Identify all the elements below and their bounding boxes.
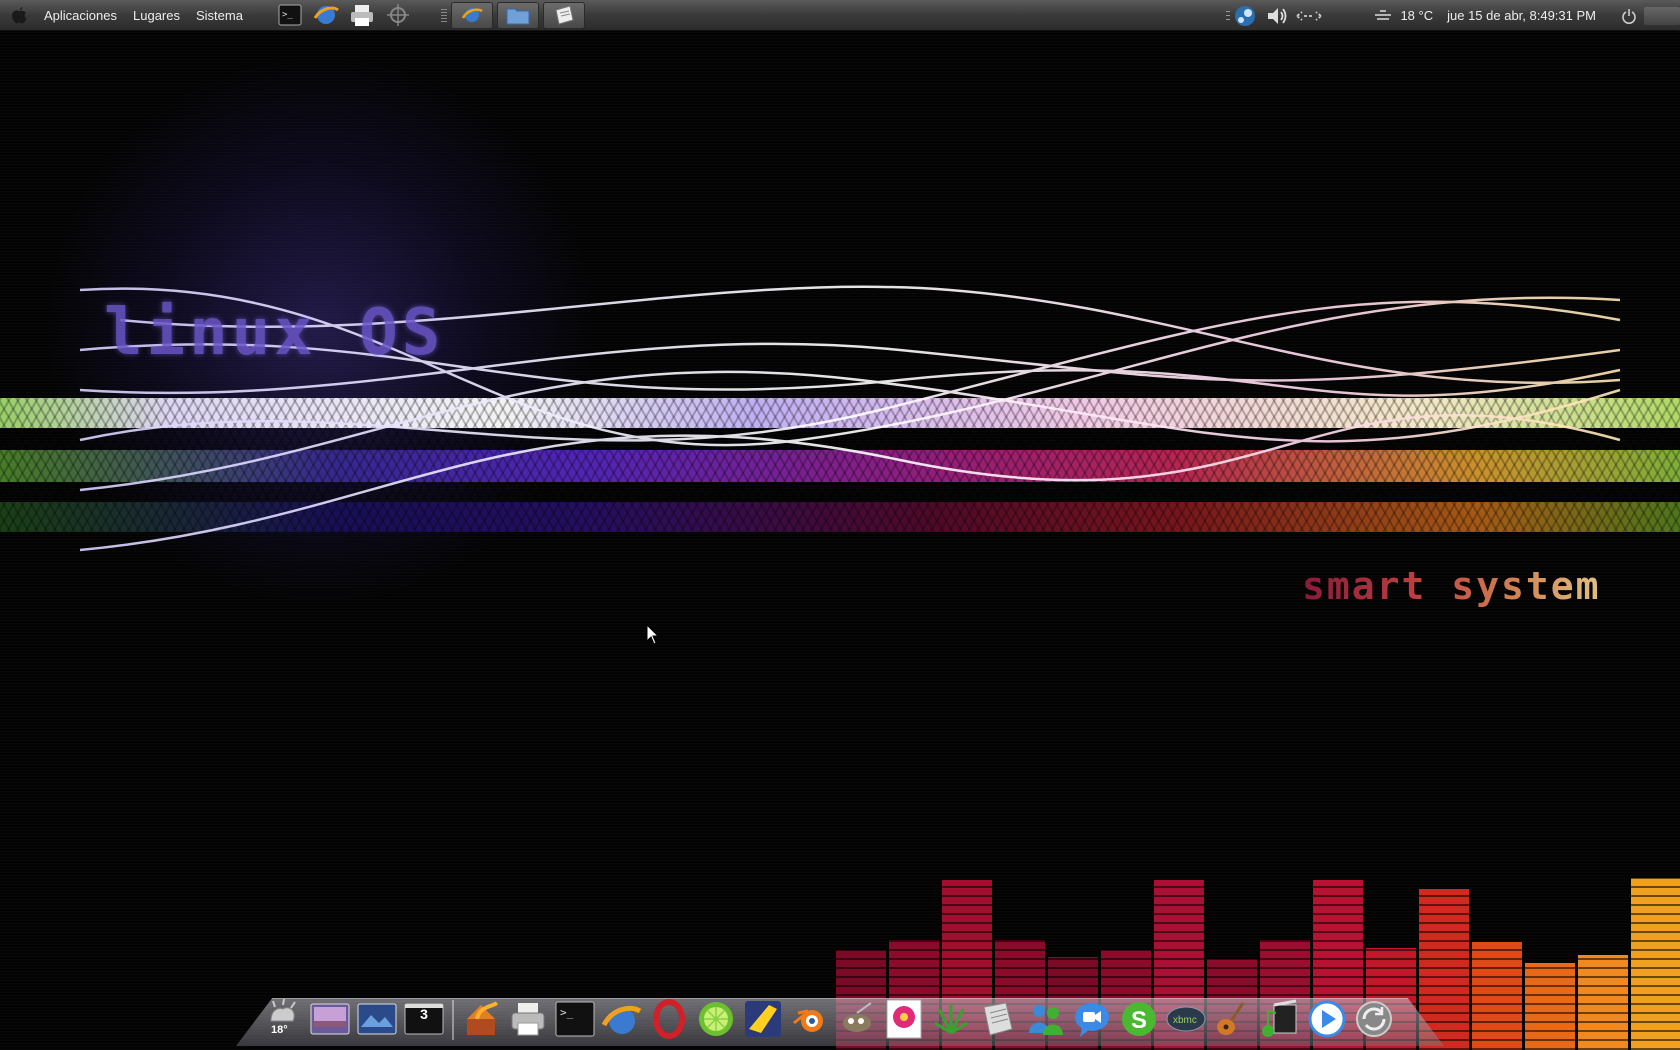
dock: 18° 3 >_ S xbmc xyxy=(262,990,1400,1040)
clock[interactable]: jue 15 de abr, 8:49:31 PM xyxy=(1447,8,1596,23)
xbmc-icon[interactable]: xbmc xyxy=(1165,998,1207,1040)
browser-launcher-icon[interactable] xyxy=(313,2,339,28)
crosshair-launcher-icon[interactable] xyxy=(385,2,411,28)
workspace-number: 3 xyxy=(420,1006,428,1022)
svg-text:>_: >_ xyxy=(560,1006,574,1019)
volume-icon[interactable] xyxy=(1264,3,1290,29)
steam-icon[interactable] xyxy=(1232,3,1258,29)
media-player-icon[interactable] xyxy=(1306,998,1348,1040)
wallpaper-tagline: smart system xyxy=(1302,564,1601,608)
messenger-icon[interactable] xyxy=(1024,998,1066,1040)
desktop-wallpaper: linux OS smart system xyxy=(0,0,1680,1050)
task-document-window[interactable] xyxy=(542,1,585,29)
browser-icon[interactable] xyxy=(601,998,643,1040)
guitar-icon[interactable] xyxy=(1212,998,1254,1040)
panel-separator xyxy=(440,8,447,22)
workspace-switcher-icon[interactable]: 3 xyxy=(403,998,445,1040)
update-icon[interactable] xyxy=(1353,998,1395,1040)
apple-menu-icon[interactable] xyxy=(8,4,30,26)
equalizer-bar xyxy=(1472,942,1522,1050)
network-icon[interactable] xyxy=(1296,3,1322,29)
menu-system[interactable]: Sistema xyxy=(188,8,251,23)
skype-icon[interactable]: S xyxy=(1118,998,1160,1040)
svg-text:>_: >_ xyxy=(282,10,293,20)
terminal-launcher-icon[interactable]: >_ xyxy=(277,2,303,28)
menu-applications[interactable]: Aplicaciones xyxy=(36,8,125,23)
gimp-icon[interactable] xyxy=(836,998,878,1040)
menu-places[interactable]: Lugares xyxy=(125,8,188,23)
torrent-icon[interactable] xyxy=(460,998,502,1040)
tray-handle-icon xyxy=(1224,3,1232,29)
screenshot-icon[interactable] xyxy=(309,998,351,1040)
svg-text:S: S xyxy=(1131,1007,1147,1034)
top-panel: Aplicaciones Lugares Sistema >_ 18 °C ju… xyxy=(0,0,1680,31)
mouse-cursor-icon xyxy=(646,624,660,645)
svg-text:xbmc: xbmc xyxy=(1173,1015,1197,1026)
text-editor-icon[interactable] xyxy=(977,998,1019,1040)
power-icon[interactable] xyxy=(1616,3,1642,29)
dock-weather-temp: 18° xyxy=(271,1024,288,1036)
wallpaper-logo-text: linux OS xyxy=(104,296,445,370)
task-file-manager-window[interactable] xyxy=(496,1,539,29)
plant-icon[interactable] xyxy=(930,998,972,1040)
video-chat-icon[interactable] xyxy=(1071,998,1113,1040)
printer-launcher-icon[interactable] xyxy=(349,2,375,28)
task-browser-window[interactable] xyxy=(450,1,493,29)
flower-photo-icon[interactable] xyxy=(883,998,925,1040)
weather-temperature[interactable]: 18 °C xyxy=(1400,8,1433,23)
blender-icon[interactable] xyxy=(789,998,831,1040)
equalizer-bar xyxy=(1578,955,1628,1050)
weather-applet-icon[interactable]: 18° xyxy=(262,998,304,1040)
terminal-icon[interactable]: >_ xyxy=(554,998,596,1040)
lime-icon[interactable] xyxy=(695,998,737,1040)
movie-maker-icon[interactable] xyxy=(1259,998,1301,1040)
desktop-icon[interactable] xyxy=(356,998,398,1040)
equalizer-bar xyxy=(1631,878,1680,1050)
opera-icon[interactable] xyxy=(648,998,690,1040)
dock-separator xyxy=(452,1000,454,1040)
printer-icon[interactable] xyxy=(507,998,549,1040)
jdownloader-icon[interactable] xyxy=(742,998,784,1040)
equalizer-bar xyxy=(1525,963,1575,1050)
panel-corner-handle xyxy=(1644,6,1680,25)
weather-icon[interactable] xyxy=(1370,3,1396,29)
